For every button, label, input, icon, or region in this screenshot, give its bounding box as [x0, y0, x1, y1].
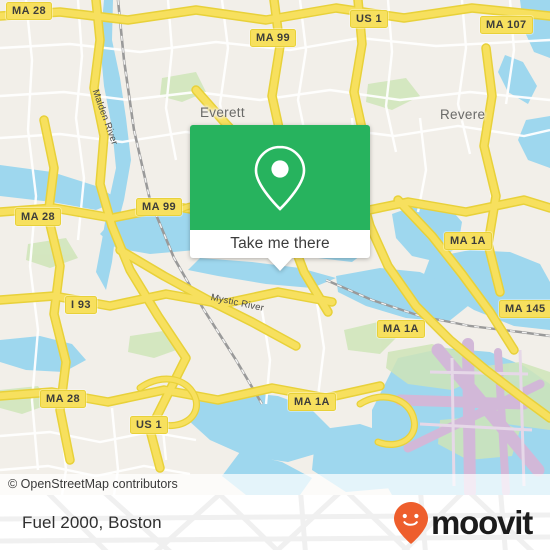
map-marker-callout[interactable]: Take me there [190, 125, 370, 271]
highway-shield: US 1 [350, 10, 389, 28]
highway-shield: MA 99 [136, 198, 182, 216]
moovit-pin-smiley-icon [394, 501, 429, 544]
map-pin-icon [254, 145, 306, 211]
moovit-logo[interactable]: moovit [393, 501, 533, 545]
callout-action-panel[interactable]: Take me there [190, 230, 370, 271]
moovit-wordmark: moovit [431, 504, 533, 541]
highway-shield: MA 99 [250, 29, 296, 47]
callout-icon-panel [190, 125, 370, 230]
highway-shield: MA 28 [6, 2, 52, 20]
highway-shield: MA 1A [444, 232, 492, 250]
place-title: Fuel 2000, Boston [22, 512, 162, 532]
map-canvas[interactable]: Everett Revere Malden River Mystic River… [0, 0, 550, 495]
map-attribution[interactable]: © OpenStreetMap contributors [0, 474, 550, 495]
highway-shield: MA 28 [15, 208, 61, 226]
take-me-there-label: Take me there [230, 235, 330, 252]
highway-shield: MA 28 [40, 390, 86, 408]
callout-tail [267, 257, 293, 271]
bottom-info-bar: Fuel 2000, Boston moovit [0, 495, 550, 550]
highway-shield: MA 145 [499, 300, 550, 318]
highway-shield: I 93 [65, 296, 97, 314]
highway-shield: MA 1A [377, 320, 425, 338]
highway-shield: US 1 [130, 416, 169, 434]
highway-shield: MA 1A [288, 393, 336, 411]
highway-shield: MA 107 [480, 16, 533, 34]
